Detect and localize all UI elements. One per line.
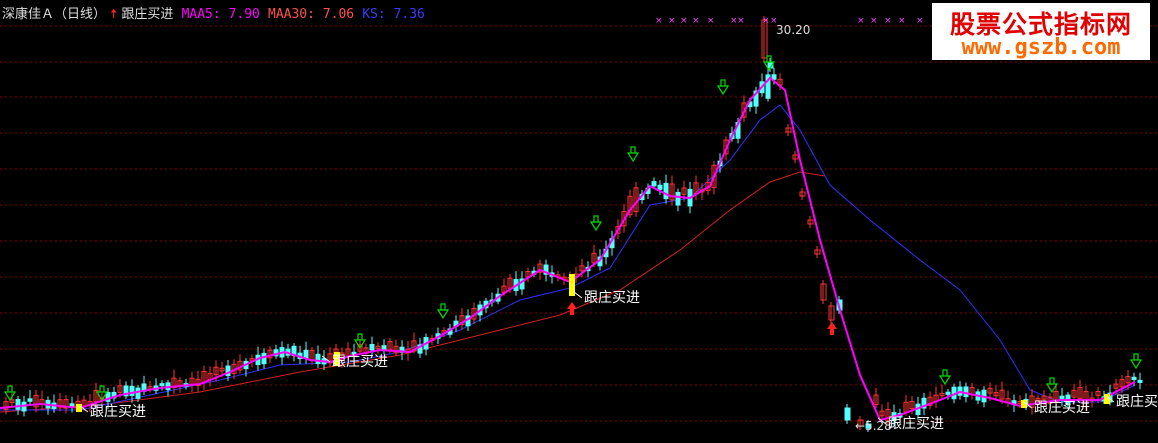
- annotation-pointer: [573, 291, 583, 299]
- watermark-logo: 股票公式指标网 www.gszb.com: [932, 3, 1150, 60]
- green-arrow-icon: [1129, 353, 1143, 370]
- buy-signal-label: 跟庄买进: [888, 415, 944, 432]
- stock-chart: × × × × × × × × × × × × × × 30.20 ←5.28 跟庄买进 跟庄买进 跟庄买进 跟庄买进…: [0, 0, 1158, 443]
- candle-body: [159, 383, 165, 387]
- ma5-value: 7.90: [228, 7, 260, 22]
- price-plot: × × × × × × × × × × × × × ×30.20←5.28跟庄买进跟庄买进跟庄买进跟庄买进…: [0, 16, 1158, 433]
- green-arrow-icon: [716, 79, 730, 96]
- x-marker: ×: [692, 16, 700, 26]
- watermark-url: www.gszb.com: [961, 35, 1121, 60]
- ma30-line: [0, 171, 826, 413]
- candle-body: [27, 398, 33, 402]
- x-marker: ×: [707, 16, 715, 26]
- ma5-line: [0, 76, 1136, 422]
- green-arrow-icon: [589, 215, 603, 232]
- x-marker: ×: [870, 16, 878, 26]
- x-marker: ×: [737, 16, 745, 26]
- x-marker: ×: [884, 16, 892, 26]
- x-marker: ×: [898, 16, 906, 26]
- x-marker: ×: [680, 16, 688, 26]
- candle-body: [663, 182, 669, 200]
- candle-body: [69, 403, 75, 407]
- green-arrow-icon: [626, 146, 640, 163]
- candle-body: [1131, 376, 1137, 381]
- candle-body: [15, 399, 21, 410]
- high-price-label: 30.20: [776, 23, 810, 37]
- x-marker: ×: [668, 16, 676, 26]
- candle-body: [135, 387, 141, 399]
- low-price-label: ←5.28: [855, 419, 892, 433]
- x-marker: ×: [655, 16, 663, 26]
- signal-bar: [76, 404, 82, 412]
- green-arrow-icon: [436, 303, 450, 320]
- x-marker: ×: [762, 16, 770, 26]
- signal-bar: [569, 274, 575, 296]
- ma5-label: MAA5:: [181, 7, 229, 22]
- buy-signal-label: 跟庄买进: [1116, 393, 1158, 410]
- up-arrow-icon: 🠅: [110, 7, 118, 22]
- buy-signal-label: 跟庄买进: [90, 403, 146, 420]
- indicator-name: 跟庄买进: [121, 7, 174, 22]
- ks-label: KS:: [362, 7, 394, 22]
- green-arrow-icon: [938, 369, 952, 386]
- signal-bar: [1104, 394, 1110, 404]
- buy-signal-label: 跟庄买进: [1034, 399, 1090, 416]
- candle-body: [771, 74, 777, 80]
- candle-body: [844, 407, 851, 421]
- candle-body: [369, 343, 375, 351]
- ks-line: [0, 104, 1136, 411]
- buy-signal-label: 跟庄买进: [332, 353, 388, 370]
- ma30-label: MAA30:: [268, 7, 323, 22]
- ks-value: 7.36: [393, 7, 425, 22]
- red-arrow-icon: [827, 322, 837, 335]
- x-marker: ×: [916, 16, 924, 26]
- candle-body: [315, 353, 321, 365]
- candle-body: [657, 184, 663, 190]
- stock-name: 深康佳Ａ（日线）: [2, 7, 107, 22]
- candle-body: [675, 191, 681, 206]
- buy-signal-label: 跟庄买进: [584, 289, 640, 306]
- candle-body: [1137, 379, 1143, 383]
- candle-body: [963, 386, 969, 398]
- candle-body: [261, 352, 267, 365]
- candle-body: [651, 181, 657, 187]
- candle-body: [945, 391, 951, 395]
- x-marker: ×: [857, 16, 865, 26]
- chart-header: 深康佳Ａ（日线） 🠅 跟庄买进 MAA5: 7.90 MAA30: 7.06 K…: [2, 3, 425, 27]
- ma30-value: 7.06: [322, 7, 355, 22]
